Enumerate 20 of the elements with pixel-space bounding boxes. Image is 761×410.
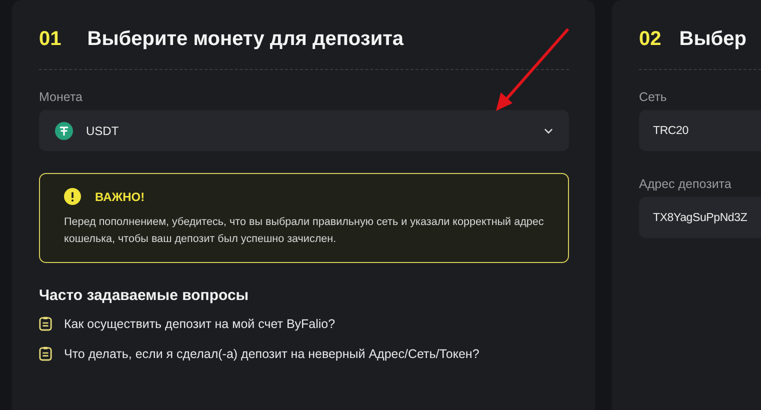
notice-title: ВАЖНО! [95,190,145,204]
field-label: Монета [39,90,84,104]
field-label: Адрес депозита [639,177,732,191]
exclamation-icon [64,188,81,205]
clipboard-icon [39,346,52,361]
field-label: Сеть [639,90,668,104]
coin-icon [55,122,73,140]
step-number: 01 [39,28,62,51]
step-title: Выбер [679,28,746,51]
faq-link[interactable]: Что делать, если я сделал(-а) депозит на неверный Адрес/Сеть/Токен? [64,346,480,360]
coin-dropdown[interactable]: USDT [39,110,569,151]
step-title: Выберите монету для депозита [87,28,404,51]
input-field[interactable]: TRC20 [639,110,761,151]
step-number: 02 [639,28,662,51]
input-field[interactable]: TX8YagSuPpNd3Z [639,197,761,238]
notice-text: Перед пополнением, убедитесь, что вы выбрали правильную сеть и указали корректный адрес кошелька, чтобы ваш депозит был успешно зачислен. [64,215,545,247]
faq-heading: Часто задаваемые вопросы [39,287,250,304]
clipboard-icon [39,316,52,331]
chevron-down-icon [544,128,553,134]
faq-link[interactable]: Как осуществить депозит на мой счет ByFalio? [64,316,336,330]
